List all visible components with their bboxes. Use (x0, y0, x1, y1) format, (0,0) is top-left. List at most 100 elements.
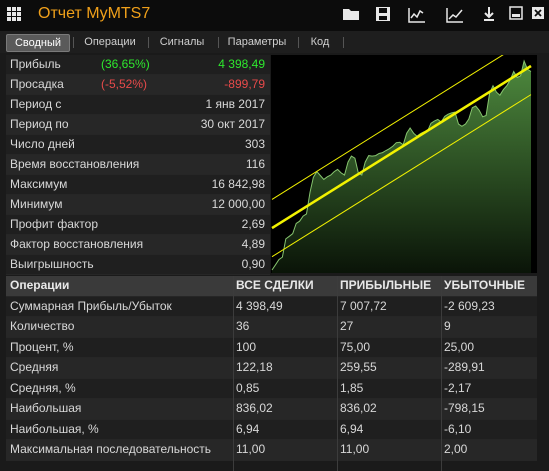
chart-settings-icon[interactable] (406, 4, 428, 26)
stat-label: Прибыль (10, 57, 61, 71)
table-row: Средняя, % 0,85 1,85 -2,17 (6, 378, 537, 399)
table-cell: 836,02 (236, 401, 273, 415)
stat-label: Минимум (10, 197, 63, 211)
stat-label: Выигрышность (10, 257, 94, 271)
table-cell: -2 609,23 (444, 298, 495, 313)
table-cell: 27 (340, 319, 354, 333)
close-icon[interactable] (527, 4, 549, 26)
table-cell: 1,85 (340, 380, 364, 395)
equity-area (272, 61, 531, 273)
stat-value: 303 (244, 137, 265, 151)
folder-icon[interactable] (340, 4, 362, 26)
table-cell: 7 007,72 (340, 298, 387, 313)
equity-chart (271, 36, 537, 273)
tab-summary[interactable]: Сводный (6, 34, 70, 52)
app-grid-icon (6, 6, 22, 22)
stat-label: Максимум (10, 177, 68, 191)
table-cell: 11,00 (340, 442, 370, 456)
table-cell: 6,94 (340, 421, 364, 436)
tab-divider (148, 37, 149, 48)
tab-code[interactable]: Код (302, 34, 338, 50)
table-row: Суммарная Прибыль/Убыток 4 398,49 7 007,… (6, 296, 537, 317)
stat-label: Время восстановления (10, 157, 140, 171)
table-cell: -289,91 (444, 360, 485, 374)
tab-divider (298, 37, 299, 48)
column-header-operations: Операции (10, 278, 70, 292)
stat-value: 1 янв 2017 (205, 97, 265, 111)
table-cell: 2,00 (444, 442, 468, 456)
table-cell: 0,85 (236, 380, 260, 395)
table-cell: 75,00 (340, 339, 371, 354)
table-cell: Средняя (10, 360, 59, 374)
column-header-all-trades: ВСЕ СДЕЛКИ (236, 278, 314, 292)
column-divider (233, 276, 234, 471)
table-cell: Процент, % (10, 339, 74, 354)
stat-value: 116 (245, 157, 265, 171)
table-row: Средняя 122,18 259,55 -289,91 (6, 358, 537, 379)
tab-divider (218, 37, 219, 48)
title-bar: Отчет MyMTS7 (0, 0, 549, 32)
stat-row-days: Число дней 303 (6, 135, 270, 155)
stat-label: Период по (10, 117, 69, 131)
table-cell: 36 (236, 319, 250, 333)
table-row: Процент, % 100 75,00 25,00 (6, 337, 537, 358)
equity-chart-icon[interactable] (444, 4, 466, 26)
minimize-icon[interactable] (505, 4, 527, 26)
column-divider (441, 276, 442, 471)
table-cell: 25,00 (444, 339, 475, 354)
stat-row-minimum: Минимум 12 000,00 (6, 195, 270, 215)
table-row: Наибольшая 836,02 836,02 -798,15 (6, 399, 537, 420)
stat-value: 30 окт 2017 (200, 117, 265, 131)
table-cell: 6,94 (236, 421, 260, 436)
tab-parameters[interactable]: Параметры (222, 34, 292, 50)
column-divider (337, 276, 338, 471)
table-cell: 836,02 (340, 401, 377, 415)
stat-row-drawdown: Просадка (-5,52%) -899,79 (6, 75, 270, 95)
stat-row-win-rate: Выигрышность 0,90 (6, 255, 270, 275)
save-icon[interactable] (372, 4, 394, 26)
table-cell: -798,15 (444, 401, 485, 415)
stat-percent: (-5,52%) (101, 77, 148, 91)
stat-row-maximum: Максимум 16 842,98 (6, 175, 270, 195)
table-cell: Наибольшая (10, 401, 82, 415)
stat-label: Число дней (10, 137, 75, 151)
table-cell: Средняя, % (10, 380, 76, 395)
stat-value: 12 000,00 (211, 197, 265, 211)
stat-label: Период с (10, 97, 62, 111)
stat-row-period-to: Период по 30 окт 2017 (6, 115, 270, 135)
table-cell: 122,18 (236, 360, 273, 374)
summary-stats-panel: Прибыль (36,65%) 4 398,49 Просадка (-5,5… (6, 55, 270, 275)
stat-row-period-from: Период с 1 янв 2017 (6, 95, 270, 115)
stat-label: Просадка (10, 77, 64, 91)
stat-value: 4 398,49 (218, 57, 265, 71)
table-cell: Количество (10, 319, 75, 333)
column-header-losing: УБЫТОЧНЫЕ (444, 278, 526, 292)
stat-value: 4,89 (241, 237, 265, 251)
stat-value: 16 842,98 (211, 177, 265, 191)
tab-divider (73, 37, 74, 48)
tab-operations[interactable]: Операции (78, 34, 142, 50)
table-row: Максимальная последовательность 11,00 11… (6, 440, 537, 461)
stat-value: 0,90 (241, 257, 265, 271)
stat-row-recovery-time: Время восстановления 116 (6, 155, 270, 175)
stat-row-profit-factor: Профит фактор 2,69 (6, 215, 270, 235)
stat-percent: (36,65%) (101, 57, 150, 71)
table-row: Наибольшая, % 6,94 6,94 -6,10 (6, 419, 537, 440)
table-cell: 9 (444, 319, 451, 333)
download-icon[interactable] (478, 4, 500, 26)
tab-signals[interactable]: Сигналы (152, 34, 212, 50)
table-cell: -2,17 (444, 380, 472, 395)
table-header: Операции ВСЕ СДЕЛКИ ПРИБЫЛЬНЫЕ УБЫТОЧНЫЕ (6, 276, 537, 297)
trades-stats-table: Операции ВСЕ СДЕЛКИ ПРИБЫЛЬНЫЕ УБЫТОЧНЫЕ… (6, 276, 537, 461)
window-title: Отчет MyMTS7 (38, 5, 151, 22)
table-cell: Наибольшая, % (10, 421, 99, 436)
table-cell: Суммарная Прибыль/Убыток (10, 298, 172, 313)
stat-value: -899,79 (224, 77, 265, 91)
tab-bar: Сводный Операции Сигналы Параметры Код (0, 31, 549, 53)
tab-divider (343, 37, 344, 48)
stat-label: Профит фактор (10, 217, 99, 231)
stat-label: Фактор восстановления (10, 237, 144, 251)
equity-chart-canvas (271, 36, 532, 273)
stat-row-recovery-factor: Фактор восстановления 4,89 (6, 235, 270, 255)
stat-value: 2,69 (241, 217, 265, 231)
